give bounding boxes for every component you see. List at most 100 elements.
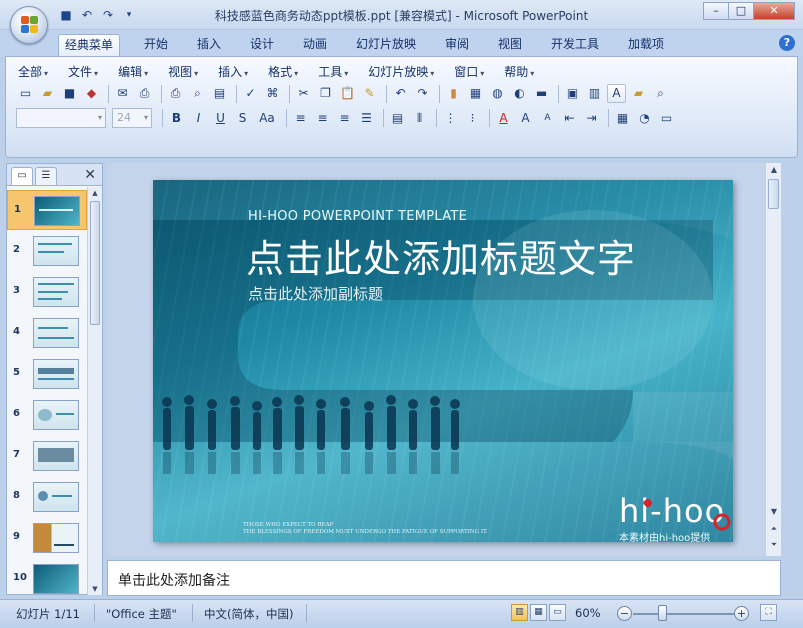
permission-icon[interactable]: ◆ (82, 84, 101, 103)
textbox-icon[interactable]: A (607, 84, 626, 103)
change-case-button[interactable]: Aa (255, 109, 279, 128)
new-document-icon[interactable]: ▭ (16, 84, 35, 103)
align-center-icon[interactable]: ≡ (313, 109, 332, 128)
font-name-combo[interactable]: ▾ (16, 108, 106, 128)
menu-tools[interactable]: 工具 ▾ (318, 63, 348, 80)
tab-design[interactable]: 设计 (244, 34, 280, 56)
tab-slides[interactable]: ▭ (11, 167, 33, 185)
shadow-button[interactable]: S (233, 109, 252, 128)
language-indicator[interactable]: 中文(简体，中国) (204, 606, 293, 622)
font-size-combo[interactable]: 24 ▾ (112, 108, 152, 128)
columns-icon[interactable]: ⦀ (410, 109, 429, 128)
maximize-button[interactable]: □ (728, 2, 754, 20)
tab-outline[interactable]: ☰ (35, 167, 57, 185)
close-pane-icon[interactable]: ✕ (84, 167, 96, 183)
scroll-thumb[interactable] (90, 201, 100, 325)
tab-view[interactable]: 视图 (492, 34, 528, 56)
spelling-icon[interactable]: ✓ (241, 84, 260, 103)
new-slide-icon[interactable]: ▣ (563, 84, 582, 103)
print-icon[interactable]: ⎙ (166, 84, 185, 103)
slide-thumbnail-10[interactable]: 10 (7, 559, 87, 595)
copy-icon[interactable]: ❐ (316, 84, 335, 103)
slide-thumbnail-6[interactable]: 6 (7, 395, 87, 435)
scroll-down-icon[interactable]: ▼ (767, 507, 781, 516)
research-icon[interactable]: ⌘ (263, 84, 282, 103)
tab-classic-menu[interactable]: 经典菜单 (58, 34, 121, 56)
tab-home[interactable]: 开始 (138, 34, 174, 56)
menu-help[interactable]: 帮助 ▾ (504, 63, 534, 80)
tab-animation[interactable]: 动画 (297, 34, 333, 56)
design-icon[interactable]: ▦ (613, 109, 632, 128)
zoom-slider-knob[interactable] (658, 605, 667, 621)
smartart-icon[interactable]: ◍ (488, 84, 507, 103)
cut-icon[interactable]: ✂ (294, 84, 313, 103)
next-slide-icon[interactable]: ⏷ (767, 540, 781, 550)
notes-pane[interactable]: 单击此处添加备注 (107, 560, 781, 596)
normal-view-button[interactable]: ▥ (511, 604, 528, 621)
office-button[interactable] (10, 6, 48, 44)
paste-icon[interactable]: 📋 (338, 84, 357, 103)
tab-developer[interactable]: 开发工具 (545, 34, 605, 56)
slide-thumbnail-7[interactable]: 7 (7, 436, 87, 476)
fill-color-icon[interactable]: ▬ (532, 84, 551, 103)
zoom-in-button[interactable]: + (734, 606, 749, 621)
decrease-indent-icon[interactable]: ⇤ (560, 109, 579, 128)
fit-to-window-icon[interactable]: ⛶ (760, 604, 777, 621)
slide-thumbnail-4[interactable]: 4 (7, 313, 87, 353)
email-icon[interactable]: ✉ (113, 84, 132, 103)
menu-window[interactable]: 窗口 ▾ (454, 63, 484, 80)
slide-thumbnail-8[interactable]: 8 (7, 477, 87, 517)
save-icon[interactable]: ■ (60, 84, 79, 103)
minimize-button[interactable]: – (703, 2, 729, 20)
help-icon[interactable]: ? (779, 35, 795, 51)
slide-sorter-view-button[interactable]: ▦ (530, 604, 547, 621)
menu-format[interactable]: 格式 ▾ (268, 63, 298, 80)
scroll-down-icon[interactable]: ▼ (88, 585, 102, 593)
slide-thumbnail-1[interactable]: 1 (7, 190, 87, 230)
insert-chart-icon[interactable]: ▮ (444, 84, 463, 103)
print-preview-icon[interactable]: ⌕ (188, 84, 207, 103)
previous-slide-icon[interactable]: ⏶ (767, 524, 781, 534)
publish-icon[interactable]: ⎙ (135, 84, 154, 103)
slide-thumbnail-5[interactable]: 5 (7, 354, 87, 394)
redo-icon[interactable]: ↷ (413, 84, 432, 103)
undo-icon[interactable]: ↶ (391, 84, 410, 103)
editor-scrollbar[interactable]: ▲ ▼ ⏶ ⏷ (765, 163, 781, 556)
numbering-icon[interactable]: ⋮ (441, 109, 460, 128)
grayscale-icon[interactable]: ◐ (510, 84, 529, 103)
bullets-icon[interactable]: ⁝ (463, 109, 482, 128)
open-folder-icon[interactable]: ▰ (629, 84, 648, 103)
slide-thumbnail-9[interactable]: 9 (7, 518, 87, 558)
format-painter-icon[interactable]: ✎ (360, 84, 379, 103)
scroll-up-icon[interactable]: ▲ (88, 189, 102, 197)
tab-slideshow[interactable]: 幻灯片放映 (350, 34, 422, 56)
grow-font-icon[interactable]: A (516, 109, 535, 128)
shapes-icon[interactable]: ◔ (635, 109, 654, 128)
thumbnails-scrollbar[interactable]: ▲ ▼ (87, 187, 102, 595)
tab-insert[interactable]: 插入 (191, 34, 227, 56)
slideshow-view-button[interactable]: ▭ (549, 604, 566, 621)
justify-icon[interactable]: ☰ (357, 109, 376, 128)
menu-view[interactable]: 视图 ▾ (168, 63, 198, 80)
increase-indent-icon[interactable]: ⇥ (582, 109, 601, 128)
zoom-out-button[interactable]: − (617, 606, 632, 621)
tab-addins[interactable]: 加载项 (622, 34, 670, 56)
zoom-level[interactable]: 60% (575, 606, 601, 620)
menu-insert[interactable]: 插入 ▾ (218, 63, 248, 80)
menu-all[interactable]: 全部 ▾ (18, 63, 48, 80)
bold-button[interactable]: B (167, 109, 186, 128)
notes-placeholder[interactable]: 单击此处添加备注 (118, 570, 230, 590)
page-setup-icon[interactable]: ▤ (210, 84, 229, 103)
layout-icon[interactable]: ▥ (585, 84, 604, 103)
menu-slideshow[interactable]: 幻灯片放映 ▾ (368, 63, 434, 80)
tab-review[interactable]: 审阅 (439, 34, 475, 56)
text-direction-icon[interactable]: ▤ (388, 109, 407, 128)
align-right-icon[interactable]: ≡ (335, 109, 354, 128)
open-folder-icon[interactable]: ▰ (38, 84, 57, 103)
slide-canvas[interactable]: HI-HOO POWERPOINT TEMPLATE 点击此处添加标题文字 点击… (153, 180, 733, 542)
close-button[interactable]: ✕ (753, 2, 795, 20)
italic-button[interactable]: I (189, 109, 208, 128)
scroll-thumb[interactable] (768, 179, 779, 209)
zoom-slider[interactable] (633, 613, 739, 615)
shrink-font-icon[interactable]: A (538, 109, 557, 128)
